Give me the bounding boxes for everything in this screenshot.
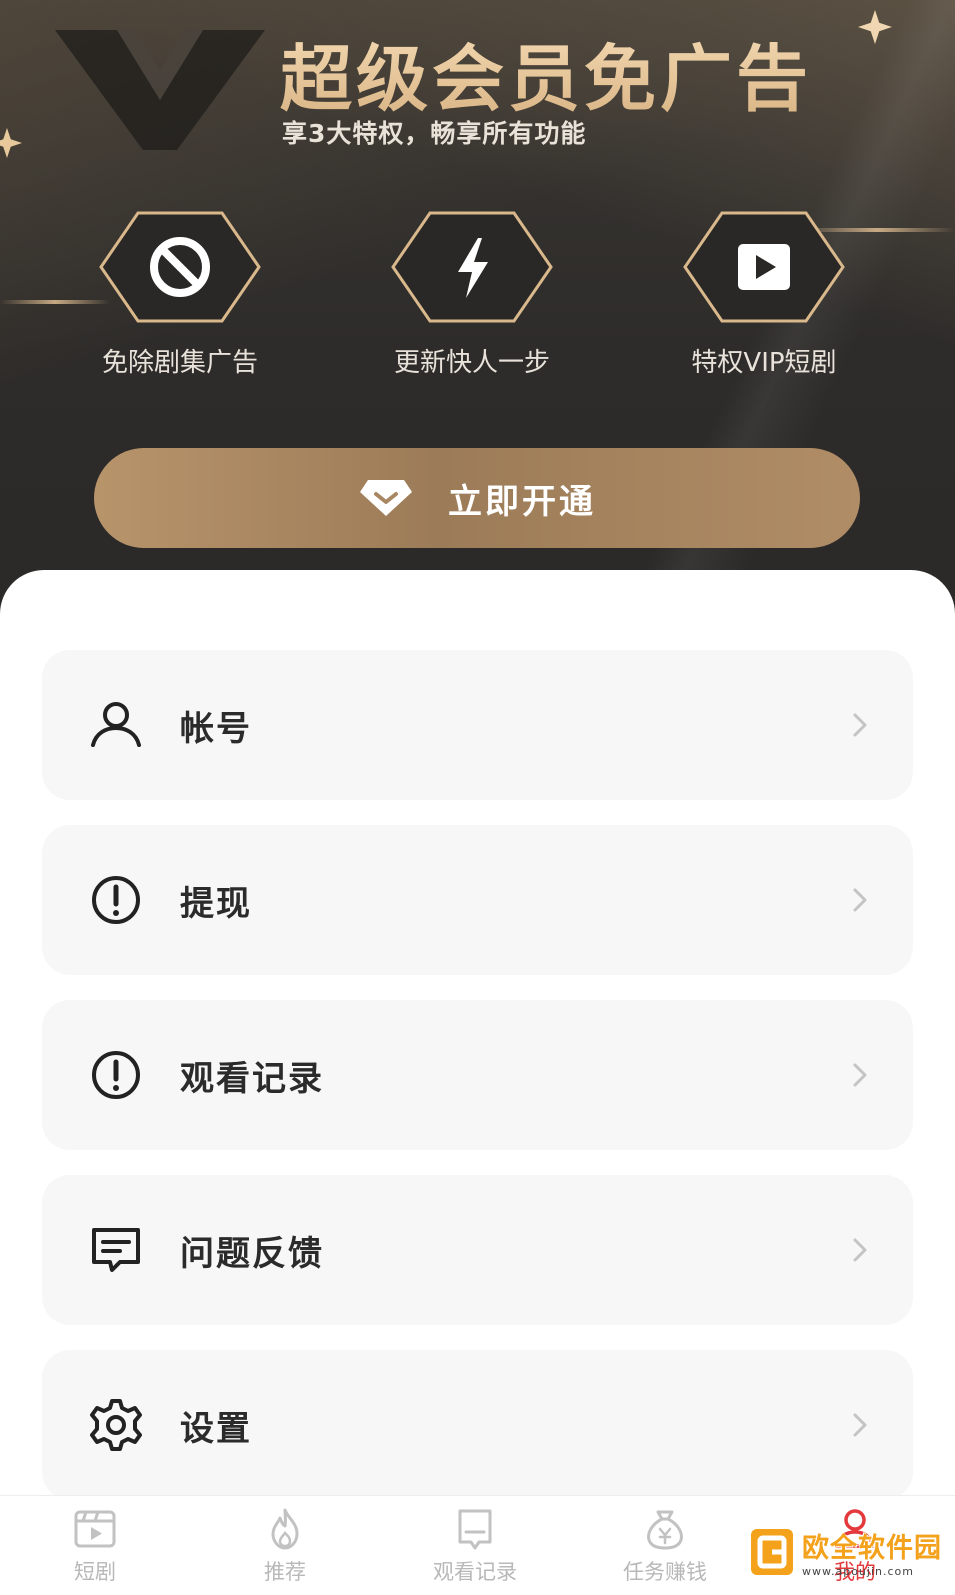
menu-item-label: 提现: [180, 883, 252, 924]
menu-item-feedback[interactable]: 问题反馈: [42, 1175, 913, 1325]
tab-label: 推荐: [264, 1560, 306, 1584]
video-icon: [74, 1510, 116, 1548]
perk-faster-updates: 更新快人一步: [362, 210, 582, 379]
bookmark-icon: [458, 1509, 492, 1550]
menu-item-label: 问题反馈: [180, 1233, 324, 1274]
menu-item-label: 观看记录: [180, 1058, 324, 1099]
menu-item-withdraw[interactable]: 提现: [42, 825, 913, 975]
menu-item-account[interactable]: 帐号: [42, 650, 913, 800]
gear-icon: [90, 1399, 142, 1451]
alert-circle-icon: [92, 876, 140, 924]
alert-circle-icon: [92, 1051, 140, 1099]
tab-label: 短剧: [74, 1560, 116, 1584]
vip-title: 超级会员免广告: [280, 20, 920, 125]
menu-item-label: 设置: [180, 1408, 252, 1449]
activate-vip-label: 立即开通: [448, 481, 596, 522]
perk-label: 免除剧集广告: [101, 348, 258, 378]
sparkle-icon: [0, 128, 22, 158]
vip-banner: 超级会员免广告 享3大特权，畅享所有功能 免除剧集广告 更新快人一步 特权VIP…: [0, 0, 955, 640]
watermark-text: 欧全软件园 www.apoujin.com: [802, 1526, 942, 1578]
money-bag-icon: [647, 1510, 683, 1550]
diamond-icon: [360, 480, 412, 516]
play-icon: [683, 211, 845, 323]
message-icon: [92, 1228, 140, 1272]
perk-vip-dramas: 特权VIP短剧: [654, 210, 874, 379]
tab-watch-history[interactable]: 观看记录: [380, 1506, 570, 1586]
chevron-right-icon: [853, 1238, 867, 1262]
chevron-right-icon: [853, 1413, 867, 1437]
watermark-logo-icon: [751, 1529, 793, 1575]
no-ads-icon: [99, 211, 261, 323]
tab-short-dramas[interactable]: 短剧: [0, 1506, 190, 1586]
tab-recommend[interactable]: 推荐: [190, 1506, 380, 1586]
tab-earn-money[interactable]: 任务赚钱: [570, 1506, 760, 1586]
chevron-right-icon: [853, 888, 867, 912]
lightning-icon: [391, 211, 553, 323]
chevron-right-icon: [853, 713, 867, 737]
activate-vip-button[interactable]: 立即开通: [94, 448, 860, 548]
perk-label: 特权VIP短剧: [691, 348, 837, 378]
watermark: 欧全软件园 www.apoujin.com: [748, 1520, 948, 1584]
menu-item-settings[interactable]: 设置: [42, 1350, 913, 1500]
vip-subtitle: 享3大特权，畅享所有功能: [282, 119, 587, 148]
chevron-right-icon: [853, 1063, 867, 1087]
menu-sheet: 帐号 提现 观看记录 问题反馈 设置: [0, 570, 955, 1500]
tab-label: 任务赚钱: [623, 1560, 707, 1584]
perk-label: 更新快人一步: [393, 348, 550, 378]
watermark-name: 欧全软件园: [802, 1533, 942, 1564]
watermark-domain: www.apoujin.com: [802, 1565, 914, 1578]
menu-item-watch-history[interactable]: 观看记录: [42, 1000, 913, 1150]
vip-v-logo-icon: [55, 30, 265, 150]
tab-label: 观看记录: [433, 1560, 517, 1584]
menu-item-label: 帐号: [180, 708, 252, 749]
user-icon: [91, 702, 141, 747]
perk-no-ads: 免除剧集广告: [70, 210, 290, 379]
flame-icon: [271, 1508, 299, 1550]
